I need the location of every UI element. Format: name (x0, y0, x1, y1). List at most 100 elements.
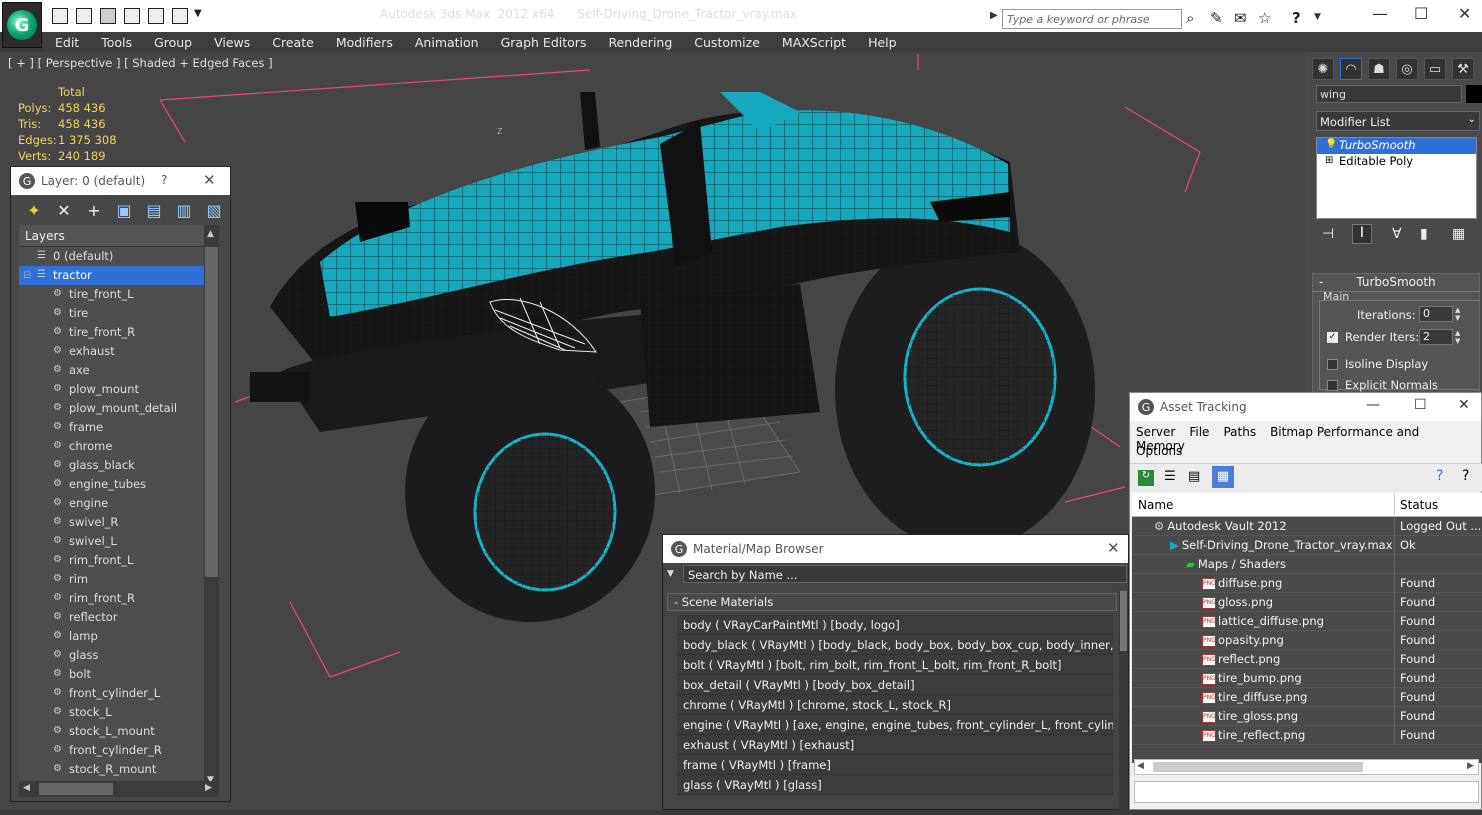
menu-edit[interactable]: Edit (44, 35, 90, 50)
help-icon[interactable]: ? (1292, 9, 1301, 27)
hide-all-icon[interactable]: ▥ (173, 201, 195, 220)
layer-item[interactable]: ⚙ rim_front_L (19, 551, 219, 570)
open-file-icon[interactable] (76, 8, 92, 24)
object-name-field[interactable]: wing (1316, 85, 1462, 103)
layer-item[interactable]: ⚙ frame (19, 418, 219, 437)
layer-item[interactable]: ⚙ glass (19, 646, 219, 665)
material-item[interactable]: bolt ( VRayMtl ) [bolt, rim_bolt, rim_fr… (677, 655, 1113, 675)
help-icon[interactable]: ? (161, 173, 167, 187)
communication-icon[interactable]: ✉ (1234, 9, 1247, 27)
layer-item[interactable]: ⚙ engine_tubes (19, 475, 219, 494)
material-item[interactable]: body_black ( VRayMtl ) [body_black, body… (677, 635, 1113, 655)
layer-item[interactable]: ⚙ exhaust (19, 342, 219, 361)
scroll-thumb[interactable] (1120, 591, 1127, 651)
layer-item[interactable]: ⚙ front_cylinder_R (19, 741, 219, 760)
spinner-arrows-icon[interactable]: ▲ ▼ (1455, 329, 1460, 345)
menu-customize[interactable]: Customize (683, 35, 771, 50)
layer-item[interactable]: ⚙ stock_L (19, 703, 219, 722)
menu-tools[interactable]: Tools (90, 35, 143, 50)
menu-animation[interactable]: Animation (404, 35, 490, 50)
search-input[interactable]: Type a keyword or phrase (1002, 9, 1182, 29)
menu-graph-editors[interactable]: Graph Editors (490, 35, 598, 50)
scroll-thumb[interactable] (205, 247, 218, 577)
material-item[interactable]: engine ( VRayMtl ) [axe, engine, engine_… (677, 715, 1113, 735)
layer-item[interactable]: ⚙ swivel_L (19, 532, 219, 551)
asset-hscrollbar[interactable]: ◀ ▶ (1134, 759, 1479, 775)
close-icon[interactable]: ✕ (1107, 539, 1120, 557)
stack-item-editable-poly[interactable]: ⊞ Editable Poly (1317, 154, 1476, 170)
material-item[interactable]: body ( VRayCarPaintMtl ) [body, logo] (677, 615, 1113, 635)
layer-item[interactable]: ⚙ reflector (19, 608, 219, 627)
menu-rendering[interactable]: Rendering (597, 35, 683, 50)
asset-row[interactable]: ⚙ Autodesk Vault 2012 Logged Out ... (1132, 517, 1482, 536)
layer-item[interactable]: ⚙ rim_front_R (19, 589, 219, 608)
refresh-icon[interactable]: ↻ (1138, 470, 1154, 486)
utilities-tab-icon[interactable]: ⚒ (1452, 58, 1474, 80)
asset-menu-server[interactable]: Server (1136, 425, 1175, 439)
layer-item[interactable]: ⊟ ☰ tractor (19, 266, 219, 285)
freeze-all-icon[interactable]: ▧ (203, 201, 225, 220)
expand-plus-icon[interactable]: ⊞ (1325, 155, 1333, 166)
add-to-layer-icon[interactable]: + (83, 201, 105, 220)
col-status[interactable]: Status (1400, 498, 1438, 512)
layer-item[interactable]: ⚙ rim (19, 570, 219, 589)
close-button[interactable]: ✕ (1458, 4, 1471, 23)
asset-row[interactable]: PNG tire_bump.png Found (1132, 669, 1482, 688)
maximize-button[interactable]: ☐ (1414, 397, 1427, 413)
lightbulb-icon[interactable]: 💡 (1325, 139, 1337, 150)
horizontal-scrollbar[interactable]: ◀ ▶ (19, 781, 219, 797)
redo-icon[interactable] (148, 8, 164, 24)
layer-item[interactable]: ⚙ stock_R_mount (19, 760, 219, 779)
scene-materials-section[interactable]: - Scene Materials (667, 593, 1117, 611)
iterations-spinner[interactable]: 0 (1419, 306, 1453, 322)
scroll-left-icon[interactable]: ◀ (1137, 761, 1144, 771)
new-file-icon[interactable] (52, 8, 68, 24)
asset-row[interactable]: PNG diffuse.png Found (1132, 574, 1482, 593)
options-dropdown-icon[interactable]: ▼ (667, 569, 674, 579)
show-end-result-icon[interactable]: I (1352, 224, 1372, 244)
help-dropdown-icon[interactable]: ▼ (1314, 12, 1321, 22)
isoline-checkbox[interactable] (1327, 359, 1338, 370)
material-item[interactable]: glass ( VRayMtl ) [glass] (677, 775, 1113, 795)
table-view-icon[interactable]: ▦ (1212, 466, 1234, 488)
object-color-swatch[interactable] (1466, 85, 1482, 103)
layer-item[interactable]: ⚙ tire_front_L (19, 285, 219, 304)
material-scrollbar[interactable] (1119, 591, 1128, 811)
asset-menu-file[interactable]: File (1189, 425, 1209, 439)
close-button[interactable]: ✕ (1458, 397, 1470, 413)
save-icon[interactable] (100, 8, 116, 24)
menu-maxscript[interactable]: MAXScript (771, 35, 857, 50)
render-iters-spinner[interactable]: 2 (1419, 329, 1453, 345)
menu-create[interactable]: Create (261, 35, 325, 50)
material-item[interactable]: box_detail ( VRayMtl ) [body_box_detail] (677, 675, 1113, 695)
asset-row[interactable]: PNG reflect.png Found (1132, 650, 1482, 669)
scroll-thumb[interactable] (1153, 762, 1363, 772)
make-unique-icon[interactable]: ∀ (1392, 226, 1402, 242)
layer-item[interactable]: ⚙ lamp (19, 627, 219, 646)
material-search-input[interactable]: Search by Name ... (683, 565, 1127, 583)
asset-row[interactable]: ▶ Self-Driving_Drone_Tractor_vray.max Ok (1132, 536, 1482, 555)
create-tab-icon[interactable]: ✺ (1312, 58, 1334, 80)
layer-item[interactable]: ⚙ axe (19, 361, 219, 380)
modify-tab-icon[interactable]: ◠ (1340, 58, 1362, 80)
display-tab-icon[interactable]: ▭ (1424, 58, 1446, 80)
menu-modifiers[interactable]: Modifiers (325, 35, 404, 50)
viewport-label[interactable]: [ + ] [ Perspective ] [ Shaded + Edged F… (8, 56, 273, 70)
app-logo-button[interactable]: G (2, 2, 42, 48)
scroll-up-icon[interactable]: ▲ (207, 229, 214, 239)
asset-row[interactable]: PNG lattice_diffuse.png Found (1132, 612, 1482, 631)
motion-tab-icon[interactable]: ◎ (1396, 58, 1418, 80)
favorites-star-icon[interactable]: ☆ (1258, 9, 1271, 27)
menu-help[interactable]: Help (857, 35, 908, 50)
delete-layer-icon[interactable]: ✕ (53, 201, 75, 220)
layer-item[interactable]: ⚙ bolt (19, 665, 219, 684)
layer-item[interactable]: ⚙ swivel_R (19, 513, 219, 532)
scroll-right-icon[interactable]: ▶ (1467, 761, 1474, 771)
col-name[interactable]: Name (1138, 498, 1173, 512)
asset-row[interactable]: ▰ Maps / Shaders (1132, 555, 1482, 574)
undo-icon[interactable] (124, 8, 140, 24)
context-help-icon[interactable]: ? (1462, 468, 1469, 484)
layer-window-titlebar[interactable]: G Layer: 0 (default) ? ✕ (11, 167, 230, 195)
asset-path-field[interactable] (1134, 781, 1479, 803)
maximize-button[interactable]: ☐ (1414, 4, 1428, 23)
